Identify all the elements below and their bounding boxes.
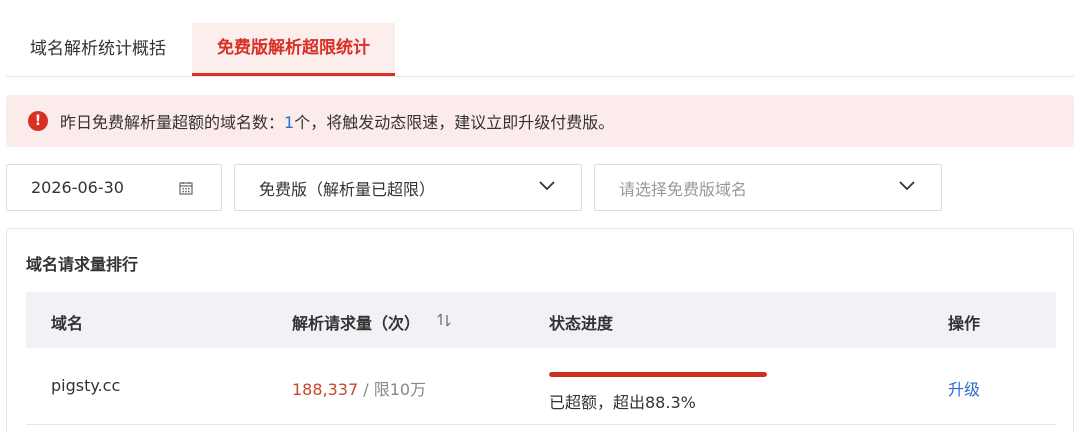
- date-value: 2026-06-30: [31, 178, 124, 197]
- ranking-card: 域名请求量排行 域名 解析请求量（次） 状态进度 操作 pigsty.cc 18…: [6, 228, 1074, 432]
- calendar-icon: [179, 182, 193, 195]
- overlimit-alert: ! 昨日免费解析量超额的域名数：1个，将触发动态限速，建议立即升级付费版。: [6, 95, 1074, 147]
- column-header-domain: 域名: [51, 314, 84, 333]
- plan-type-value: 免费版（解析量已超限）: [259, 179, 436, 199]
- table-row: pigsty.cc 188,337 / 限10万 已超额，超出88.3% 升级: [26, 348, 1056, 425]
- status-text: 已超额，超出88.3%: [549, 393, 696, 412]
- domain-cell: pigsty.cc: [51, 376, 121, 395]
- alert-message: 昨日免费解析量超额的域名数：1个，将触发动态限速，建议立即升级付费版。: [60, 109, 614, 133]
- status-progress-bar: [549, 372, 767, 377]
- upgrade-link[interactable]: 升级: [948, 376, 980, 400]
- date-picker[interactable]: 2026-06-30: [6, 164, 222, 211]
- card-title: 域名请求量排行: [26, 255, 139, 274]
- tab-free-overlimit-stats[interactable]: 免费版解析超限统计: [192, 23, 395, 76]
- requests-separator: /: [363, 380, 369, 399]
- table-header: 域名 解析请求量（次） 状态进度 操作: [26, 292, 1056, 348]
- requests-used: 188,337: [292, 380, 359, 399]
- chevron-down-icon: [539, 181, 555, 191]
- plan-type-select[interactable]: 免费版（解析量已超限）: [234, 164, 582, 211]
- alert-prefix: 昨日免费解析量超额的域名数：: [60, 113, 285, 132]
- column-header-action: 操作: [948, 314, 981, 333]
- sort-icon[interactable]: [436, 312, 452, 328]
- column-header-requests[interactable]: 解析请求量（次）: [292, 310, 420, 334]
- alert-suffix: 个，将触发动态限速，建议立即升级付费版。: [294, 113, 615, 132]
- domain-select[interactable]: 请选择免费版域名: [594, 164, 942, 211]
- tab-domain-overview[interactable]: 域名解析统计概括: [30, 23, 166, 76]
- column-header-status: 状态进度: [549, 314, 614, 333]
- status-progress-fill: [549, 372, 767, 377]
- requests-limit: 限10万: [373, 380, 427, 399]
- tab-bar: 域名解析统计概括 免费版解析超限统计: [6, 0, 1074, 77]
- chevron-down-icon: [899, 181, 915, 191]
- requests-cell: 188,337 / 限10万: [292, 376, 426, 400]
- error-icon: !: [28, 111, 48, 131]
- alert-count: 1: [284, 113, 295, 132]
- domain-placeholder: 请选择免费版域名: [619, 179, 748, 199]
